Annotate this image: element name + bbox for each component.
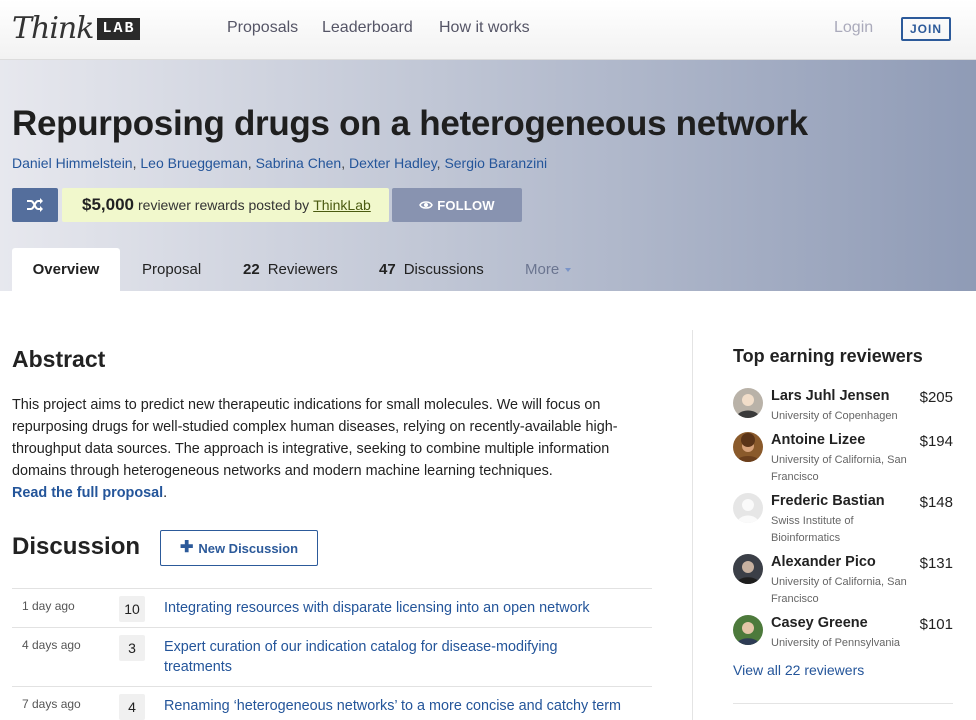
tab-label: Discussions [403, 261, 484, 278]
new-discussion-button[interactable]: ✚ New Discussion [160, 530, 318, 566]
list-item[interactable]: 1 day ago 10 Integrating resources with … [12, 588, 652, 627]
discussion-age: 4 days ago [22, 638, 81, 652]
discussion-title-link[interactable]: Integrating resources with disparate lic… [164, 598, 624, 618]
reviewer-name[interactable]: Lars Juhl Jensen [771, 388, 889, 404]
author-link[interactable]: Sabrina Chen [256, 155, 342, 171]
tab-label: Proposal [142, 261, 202, 278]
reviewer-affiliation: University of California, San Francisco [771, 454, 907, 483]
avatar [733, 493, 763, 523]
avatar [733, 388, 763, 418]
nav-leaderboard[interactable]: Leaderboard [322, 19, 413, 37]
column-divider [692, 330, 693, 720]
nav-proposals[interactable]: Proposals [227, 19, 298, 37]
project-header: Repurposing drugs on a heterogeneous net… [0, 60, 976, 291]
reviewer-affiliation: University of Pennsylvania [771, 637, 901, 649]
abstract-text: This project aims to predict new therape… [12, 397, 618, 479]
read-full-proposal-link[interactable]: Read the full proposal [12, 485, 163, 501]
reviewer-earnings: $148 [919, 494, 953, 511]
page-title: Repurposing drugs on a heterogeneous net… [12, 104, 808, 143]
reviewer-earnings: $101 [919, 616, 953, 633]
reviewer-affiliation: University of California, San Francisco [771, 576, 907, 605]
logo-script: Think [12, 11, 94, 46]
tab-discussions[interactable]: 47 Discussions [379, 248, 484, 291]
author-link[interactable]: Leo Brueggeman [140, 155, 247, 171]
view-all-reviewers-link[interactable]: View all 22 reviewers [733, 662, 864, 678]
join-button[interactable]: JOIN [901, 17, 951, 41]
discussion-title-link[interactable]: Expert curation of our indication catalo… [164, 637, 624, 677]
logo-lab: LAB [97, 18, 141, 40]
eye-icon [419, 201, 434, 209]
shuffle-icon [27, 198, 43, 212]
author-link[interactable]: Dexter Hadley [349, 155, 437, 171]
author-link[interactable]: Sergio Baranzini [444, 155, 547, 171]
tab-label: Reviewers [267, 261, 338, 278]
shuffle-button[interactable] [12, 188, 58, 222]
nav-how-it-works[interactable]: How it works [439, 19, 530, 37]
follow-label: FOLLOW [437, 197, 495, 213]
tab-more[interactable]: More [525, 248, 572, 291]
abstract-body: This project aims to predict new therape… [12, 394, 652, 504]
reward-amount: $5,000 [82, 195, 134, 214]
avatar [733, 554, 763, 584]
reward-sponsor-link[interactable]: ThinkLab [313, 197, 371, 213]
chevron-down-icon [565, 268, 572, 273]
comment-count-badge: 10 [119, 596, 145, 622]
author-link[interactable]: Daniel Himmelstein [12, 155, 133, 171]
read-suffix: . [163, 485, 168, 501]
reviewer-name[interactable]: Casey Greene [771, 615, 868, 631]
list-item[interactable]: 7 days ago 4 Renaming ‘heterogeneous net… [12, 686, 652, 720]
follow-button[interactable]: FOLLOW [392, 188, 522, 222]
discussion-title-link[interactable]: Renaming ‘heterogeneous networks’ to a m… [164, 696, 624, 716]
reviewer-name[interactable]: Alexander Pico [771, 554, 876, 570]
thinklab-logo[interactable]: Think LAB [12, 11, 141, 46]
discussion-age: 7 days ago [22, 697, 81, 711]
sidebar-divider [733, 703, 953, 704]
reviewer-affiliation: Swiss Institute of Bioinformatics [771, 515, 854, 544]
tab-label: Overview [32, 261, 100, 278]
abstract-heading: Abstract [12, 346, 106, 372]
reviewer-earnings: $131 [919, 555, 953, 572]
author-separator: , [341, 155, 349, 171]
top-reviewers-heading: Top earning reviewers [733, 346, 923, 366]
author-separator: , [247, 155, 256, 171]
discussion-heading: Discussion [12, 533, 141, 560]
tab-count: 22 [243, 261, 260, 278]
tab-label: More [525, 261, 560, 278]
discussion-list: 1 day ago 10 Integrating resources with … [12, 588, 652, 720]
reviewer-name[interactable]: Frederic Bastian [771, 493, 885, 509]
tab-overview[interactable]: Overview [12, 248, 120, 291]
login-link[interactable]: Login [834, 19, 873, 37]
reward-text: reviewer rewards posted by [138, 197, 310, 213]
reward-banner: $5,000 reviewer rewards posted by ThinkL… [62, 188, 389, 222]
reviewer-earnings: $194 [919, 433, 953, 450]
comment-count-badge: 4 [119, 694, 145, 720]
reviewer-affiliation: University of Copenhagen [771, 410, 898, 422]
reviewer-earnings: $205 [919, 389, 953, 406]
avatar [733, 615, 763, 645]
tab-count: 47 [379, 261, 396, 278]
plus-icon: ✚ [179, 539, 194, 556]
discussion-age: 1 day ago [22, 599, 75, 613]
top-nav: Think LAB Proposals Leaderboard How it w… [0, 0, 976, 60]
list-item[interactable]: 4 days ago 3 Expert curation of our indi… [12, 627, 652, 686]
author-list: Daniel Himmelstein, Leo Brueggeman, Sabr… [12, 155, 547, 171]
new-discussion-label: New Discussion [198, 540, 299, 556]
tab-proposal[interactable]: Proposal [142, 248, 201, 291]
comment-count-badge: 3 [119, 635, 145, 661]
avatar [733, 432, 763, 462]
reviewer-name[interactable]: Antoine Lizee [771, 432, 865, 448]
tab-reviewers[interactable]: 22 Reviewers [243, 248, 338, 291]
